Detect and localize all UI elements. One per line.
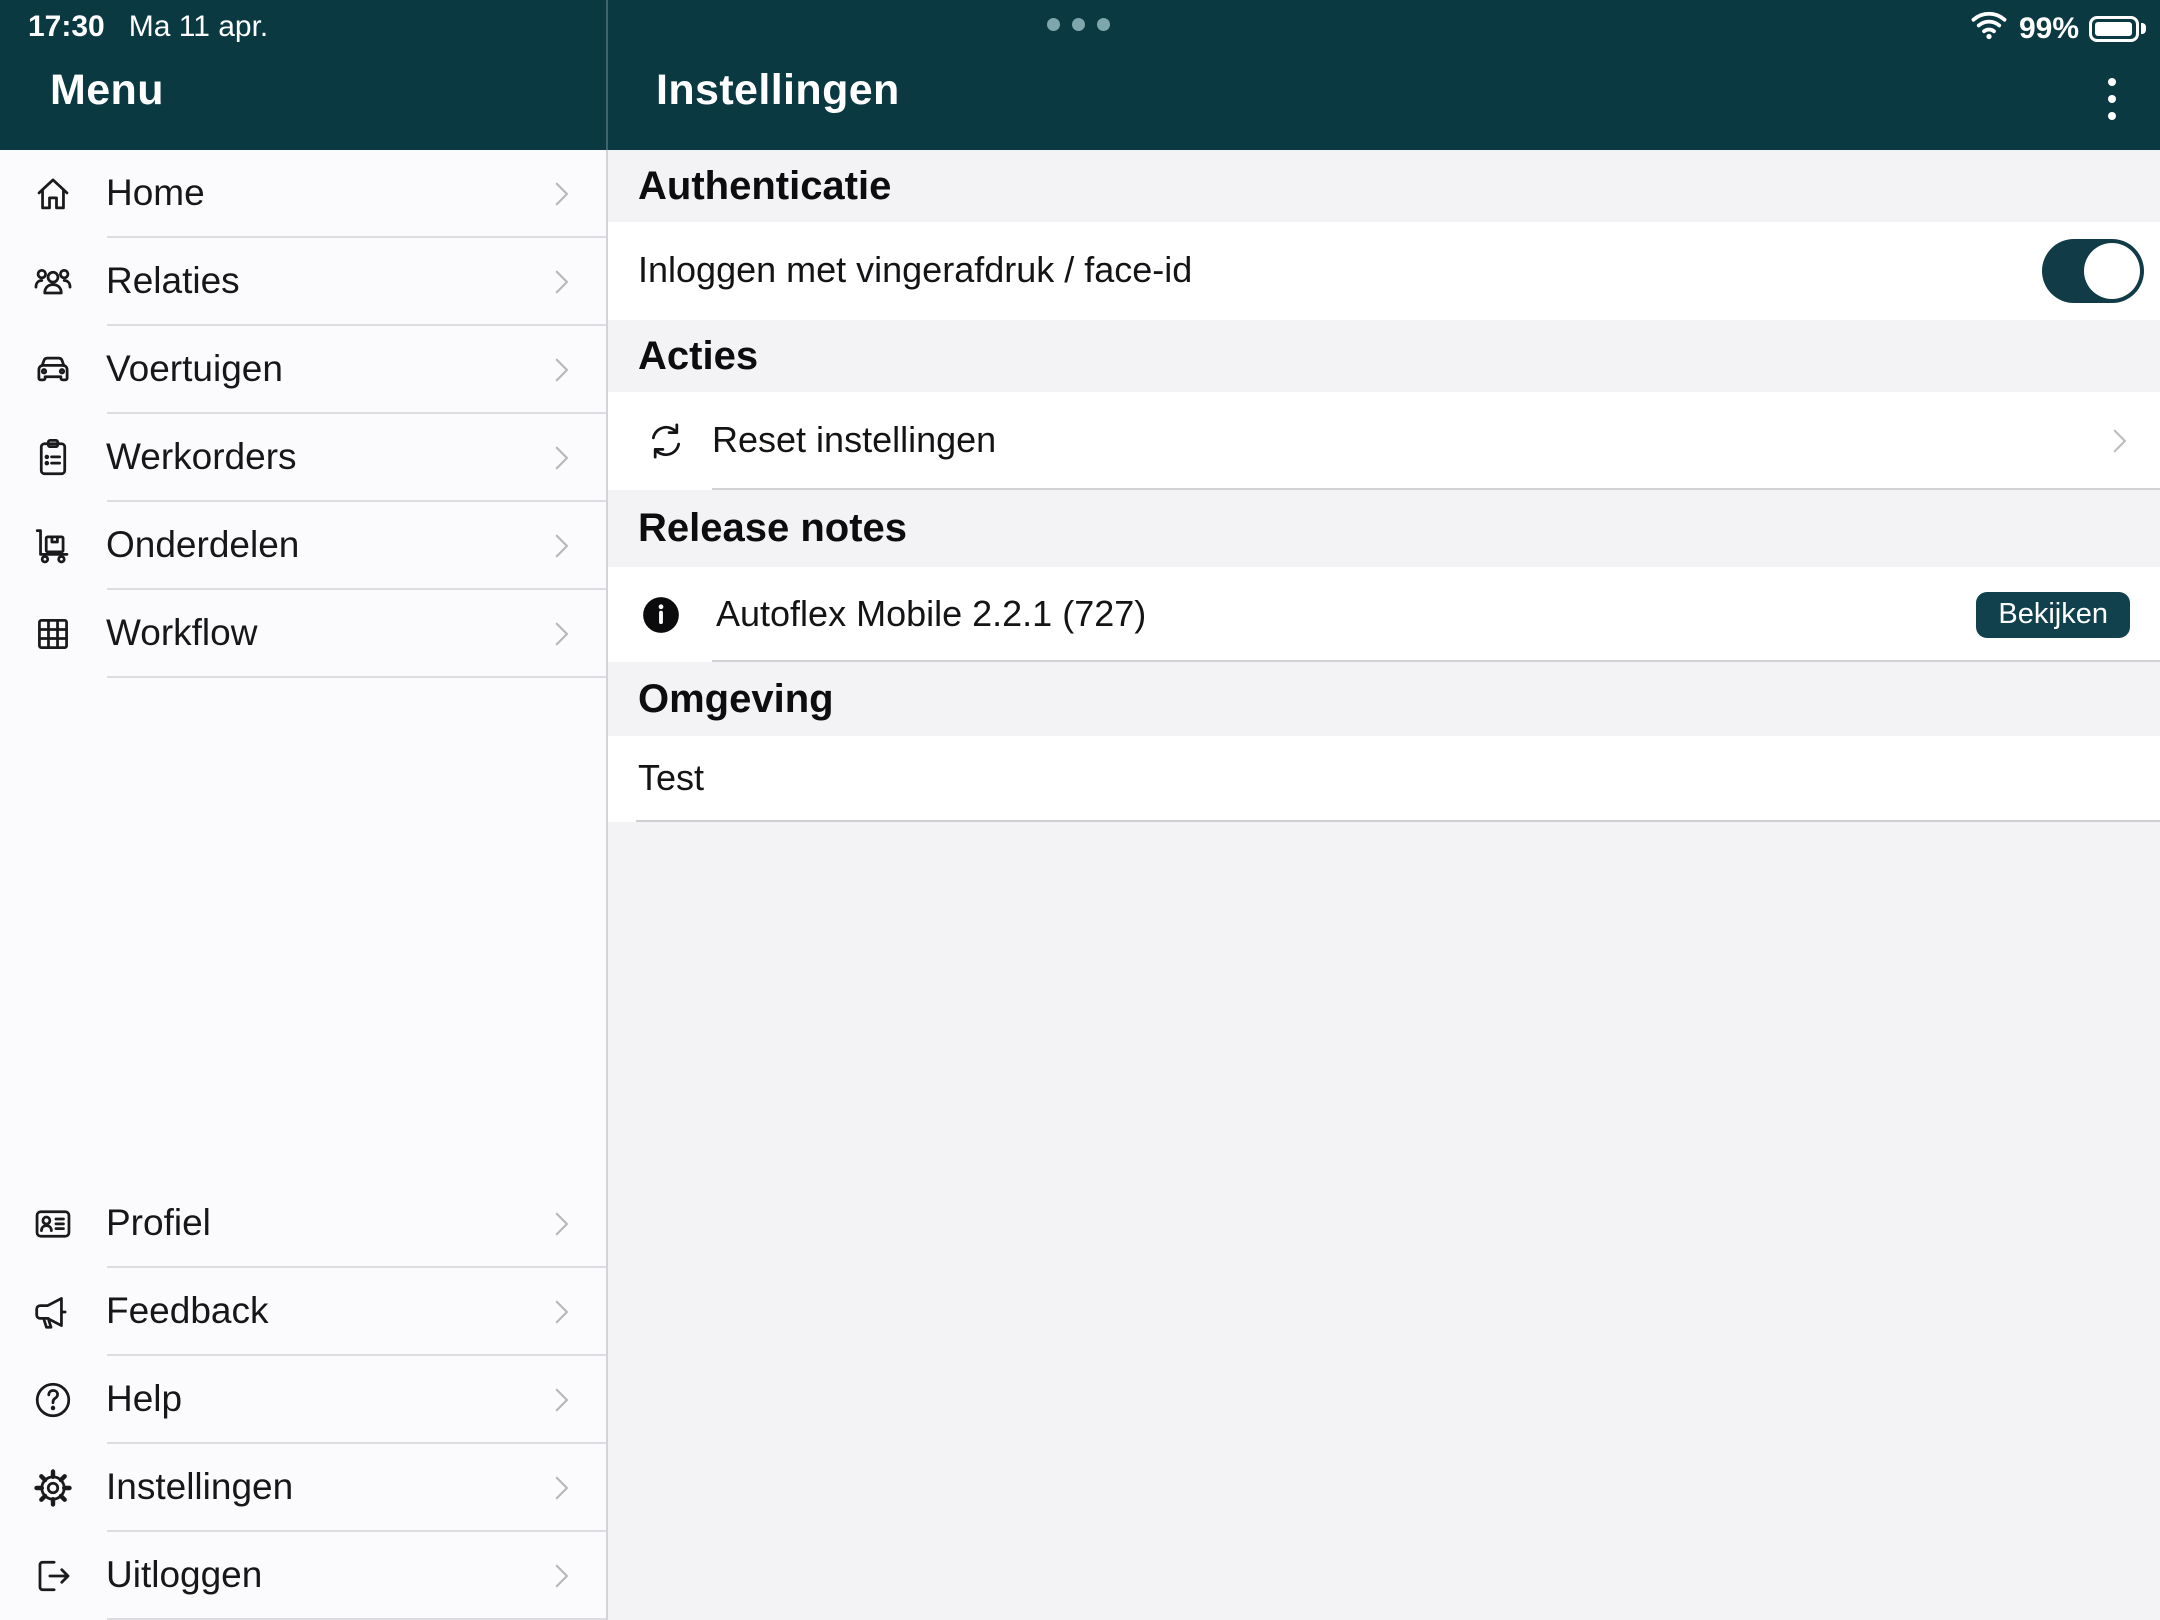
chevron-right-icon	[544, 441, 578, 475]
sidebar-item-profiel[interactable]: Profiel	[0, 1180, 606, 1268]
sidebar-title: Menu	[50, 66, 164, 115]
grid-icon	[31, 612, 75, 656]
sidebar-item-label: Werkorders	[106, 436, 297, 478]
sidebar-item-onderdelen[interactable]: Onderdelen	[0, 502, 606, 590]
chevron-right-icon	[544, 529, 578, 563]
pane-divider-header	[606, 0, 608, 150]
row-fingerprint-login: Inloggen met vingerafdruk / face-id	[608, 222, 2160, 320]
reset-instellingen-label: Reset instellingen	[712, 419, 996, 461]
section-header-release-notes: Release notes	[608, 490, 2160, 567]
status-bar-right: 99%	[1969, 8, 2146, 49]
sidebar-item-uitloggen[interactable]: Uitloggen	[0, 1532, 606, 1620]
release-version-label: Autoflex Mobile 2.2.1 (727)	[716, 593, 1146, 635]
trolley-icon	[31, 524, 75, 568]
sidebar-header: 17:30 Ma 11 apr. Menu	[0, 0, 606, 150]
sidebar-item-label: Voertuigen	[106, 348, 283, 390]
sidebar-item-werkorders[interactable]: Werkorders	[0, 414, 606, 502]
car-icon	[31, 348, 75, 392]
sidebar-item-help[interactable]: Help	[0, 1356, 606, 1444]
environment-value: Test	[638, 757, 704, 799]
battery-icon	[2089, 16, 2146, 42]
row-release-notes: Autoflex Mobile 2.2.1 (727) Bekijken	[608, 567, 2160, 662]
people-icon	[31, 260, 75, 304]
chevron-right-icon	[544, 177, 578, 211]
row-reset-instellingen[interactable]: Reset instellingen	[608, 392, 2160, 490]
info-icon	[640, 594, 682, 636]
gear-icon	[31, 1466, 75, 1510]
page-title: Instellingen	[656, 66, 900, 115]
help-icon	[31, 1378, 75, 1422]
row-environment: Test	[608, 736, 2160, 822]
logout-icon	[31, 1554, 75, 1598]
sidebar-item-label: Home	[106, 172, 205, 214]
chevron-right-icon	[544, 617, 578, 651]
sidebar-item-feedback[interactable]: Feedback	[0, 1268, 606, 1356]
settings-panel: Authenticatie Inloggen met vingerafdruk …	[608, 150, 2160, 1620]
wifi-icon	[1969, 8, 2009, 49]
status-date: Ma 11 apr.	[129, 10, 269, 44]
chevron-right-icon	[544, 265, 578, 299]
sidebar-item-workflow[interactable]: Workflow	[0, 590, 606, 678]
bekijken-button[interactable]: Bekijken	[1976, 592, 2130, 638]
content-header: Instellingen 99%	[606, 0, 2160, 150]
sidebar-item-label: Help	[106, 1378, 182, 1420]
home-icon	[31, 172, 75, 216]
sidebar-item-label: Instellingen	[106, 1466, 293, 1508]
chevron-right-icon	[544, 353, 578, 387]
clipboard-icon	[31, 436, 75, 480]
sidebar-item-label: Onderdelen	[106, 524, 299, 566]
chevron-right-icon	[544, 1207, 578, 1241]
fingerprint-login-label: Inloggen met vingerafdruk / face-id	[638, 249, 1192, 291]
status-time: 17:30	[28, 10, 105, 44]
chevron-right-icon	[2102, 424, 2136, 458]
app-screen: 17:30 Ma 11 apr. Menu Instellingen 99%	[0, 0, 2160, 1620]
sidebar-item-label: Uitloggen	[106, 1554, 262, 1596]
refresh-icon	[644, 419, 688, 463]
sidebar-item-label: Relaties	[106, 260, 240, 302]
id-card-icon	[31, 1202, 75, 1246]
battery-percent: 99%	[2019, 12, 2079, 46]
sidebar-bottom-menu: Profiel Feedback Help	[0, 1180, 606, 1620]
sidebar: Home Relaties Voertuigen	[0, 150, 606, 1620]
toggle-knob	[2084, 243, 2140, 299]
multitask-handle-dots[interactable]	[1047, 18, 1110, 31]
sidebar-item-label: Profiel	[106, 1202, 211, 1244]
sidebar-main-menu: Home Relaties Voertuigen	[0, 150, 606, 678]
chevron-right-icon	[544, 1559, 578, 1593]
section-header-omgeving: Omgeving	[608, 662, 2160, 736]
sidebar-item-voertuigen[interactable]: Voertuigen	[0, 326, 606, 414]
sidebar-item-label: Feedback	[106, 1290, 269, 1332]
chevron-right-icon	[544, 1295, 578, 1329]
sidebar-item-home[interactable]: Home	[0, 150, 606, 238]
section-header-acties: Acties	[608, 320, 2160, 392]
kebab-menu-icon[interactable]	[2100, 70, 2124, 128]
megaphone-icon	[31, 1290, 75, 1334]
sidebar-item-instellingen[interactable]: Instellingen	[0, 1444, 606, 1532]
fingerprint-login-toggle[interactable]	[2042, 239, 2144, 303]
chevron-right-icon	[544, 1383, 578, 1417]
sidebar-item-relaties[interactable]: Relaties	[0, 238, 606, 326]
chevron-right-icon	[544, 1471, 578, 1505]
sidebar-item-label: Workflow	[106, 612, 257, 654]
status-bar-left: 17:30 Ma 11 apr.	[28, 10, 268, 44]
section-header-authenticatie: Authenticatie	[608, 150, 2160, 222]
